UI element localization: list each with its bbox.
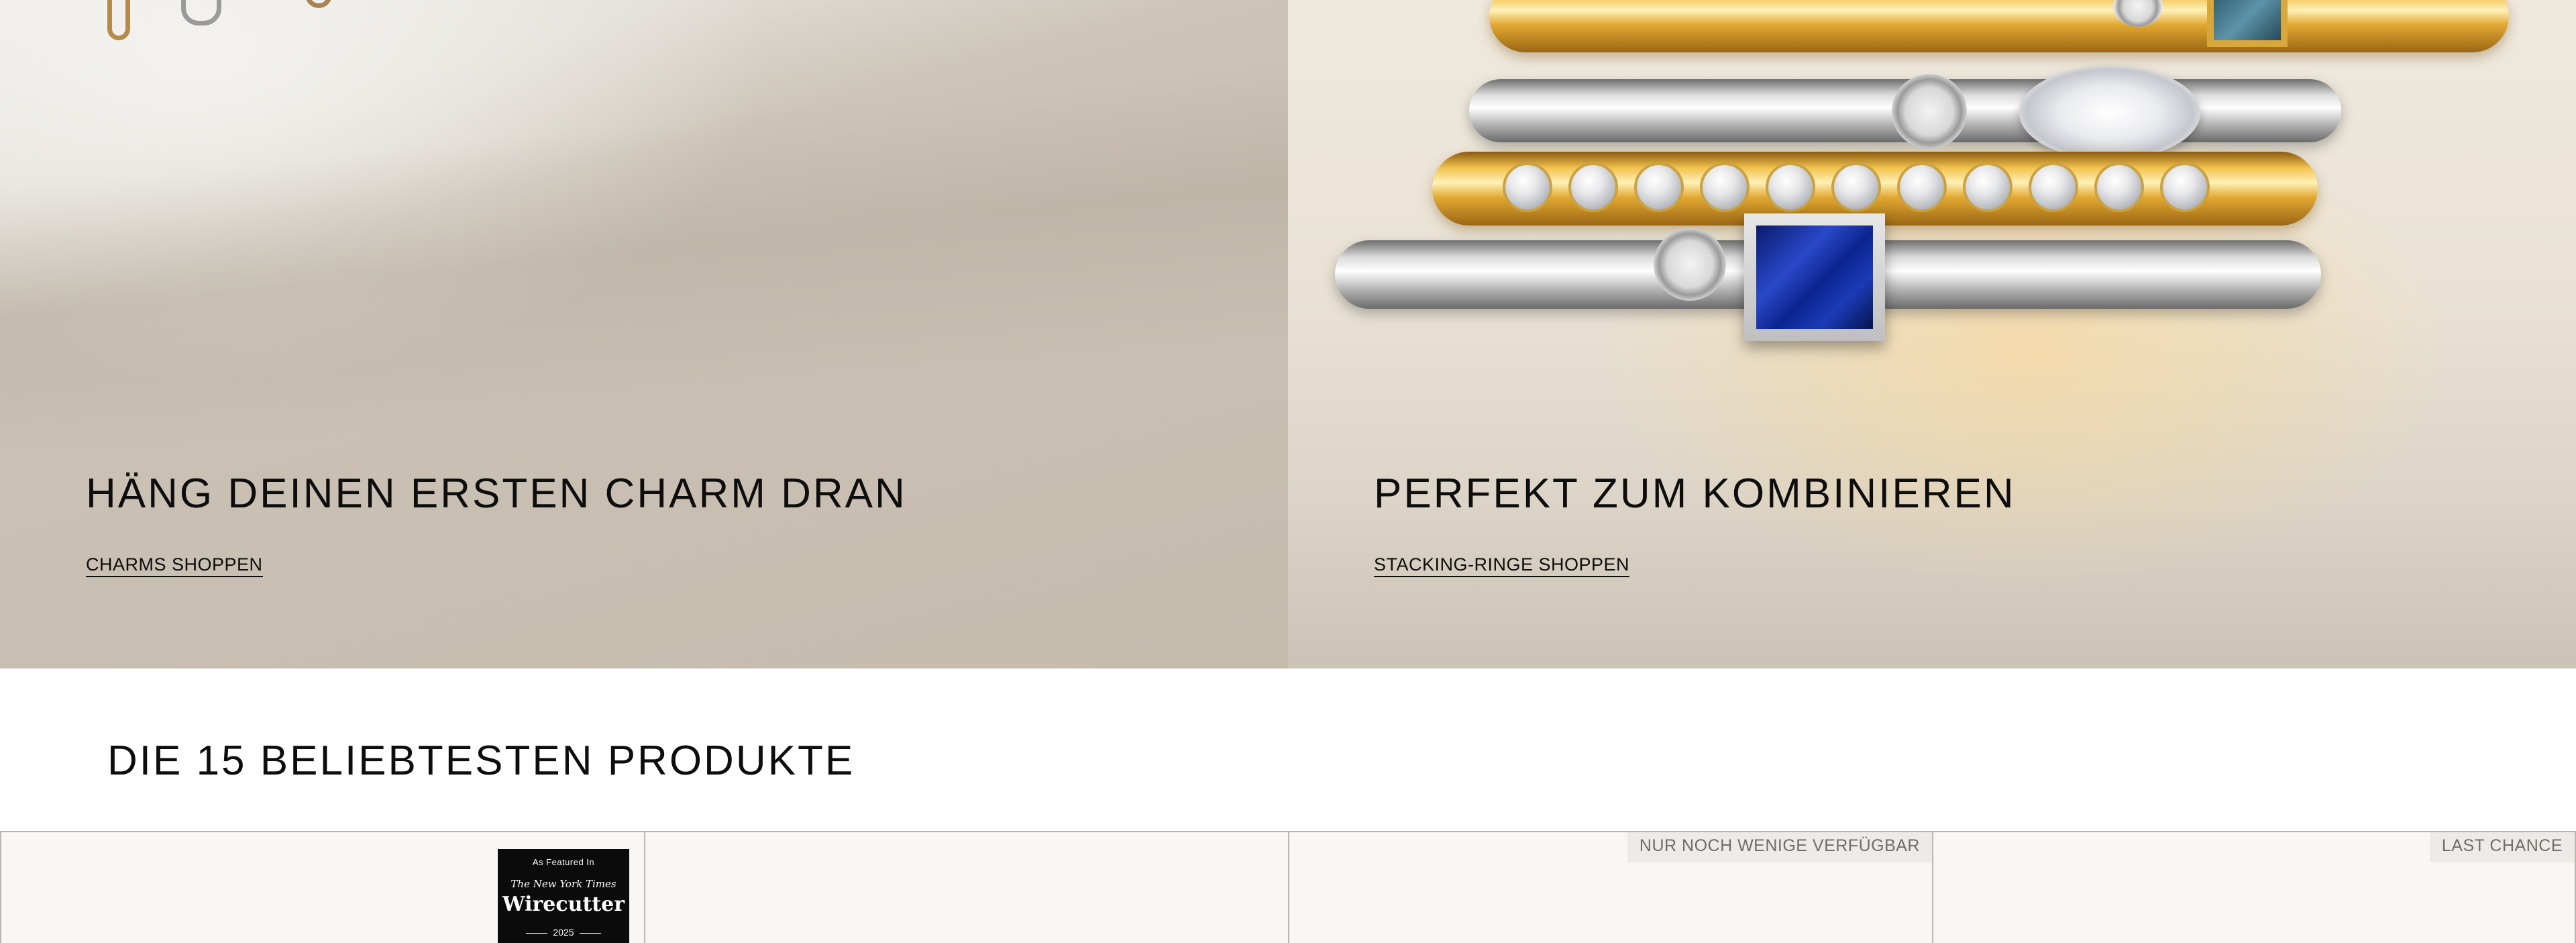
hero-title-stacking: PERFEKT ZUM KOMBINIEREN xyxy=(1374,470,2016,517)
product-card-2[interactable] xyxy=(644,832,1288,943)
marquise-diamond xyxy=(2019,66,2200,160)
charm-chain-link xyxy=(305,0,332,8)
product-grid: As Featured In The New York Times Wirecu… xyxy=(0,831,2576,943)
product-card-3[interactable]: NUR NOCH WENIGE VERFÜGBAR xyxy=(1288,832,1932,943)
hero-charms[interactable]: HÄNG DEINEN ERSTEN CHARM DRAN CHARMS SHO… xyxy=(0,0,1288,668)
hero-shadow xyxy=(0,37,1288,487)
product-badge-limited: NUR NOCH WENIGE VERFÜGBAR xyxy=(1627,832,1932,862)
charm-chain-link xyxy=(107,0,130,40)
shop-charms-link[interactable]: CHARMS SHOPPEN xyxy=(86,554,263,577)
press-wirecutter-label: Wirecutter xyxy=(502,893,625,916)
charm-chain-link xyxy=(181,0,221,26)
bestsellers-title: DIE 15 BELIEBTESTEN PRODUKTE xyxy=(107,738,855,784)
hero-title-charms: HÄNG DEINEN ERSTEN CHARM DRAN xyxy=(86,470,907,517)
press-nyt-label: The New York Times xyxy=(511,878,616,890)
shop-stacking-rings-link[interactable]: STACKING-RINGE SHOPPEN xyxy=(1374,554,1630,577)
hero-row: HÄNG DEINEN ERSTEN CHARM DRAN CHARMS SHO… xyxy=(0,0,2576,668)
product-card-1[interactable]: As Featured In The New York Times Wirecu… xyxy=(0,832,644,943)
gold-ring-top xyxy=(1489,0,2509,52)
round-diamond-bezel xyxy=(1892,74,1967,149)
sapphire-baguette xyxy=(1744,213,1885,341)
small-diamond-bezel-lower xyxy=(1654,228,1726,301)
wirecutter-badge: As Featured In The New York Times Wirecu… xyxy=(498,849,629,943)
product-badge-last-chance: LAST CHANCE xyxy=(2429,832,2575,862)
product-card-4[interactable]: LAST CHANCE xyxy=(1932,832,2576,943)
press-year-label: 2025 xyxy=(498,927,629,938)
topaz-stone xyxy=(2207,0,2288,47)
hero-stacking-rings[interactable]: PERFEKT ZUM KOMBINIEREN STACKING-RINGE S… xyxy=(1288,0,2576,668)
press-featured-label: As Featured In xyxy=(532,857,595,867)
diamond-row xyxy=(1503,162,2308,216)
